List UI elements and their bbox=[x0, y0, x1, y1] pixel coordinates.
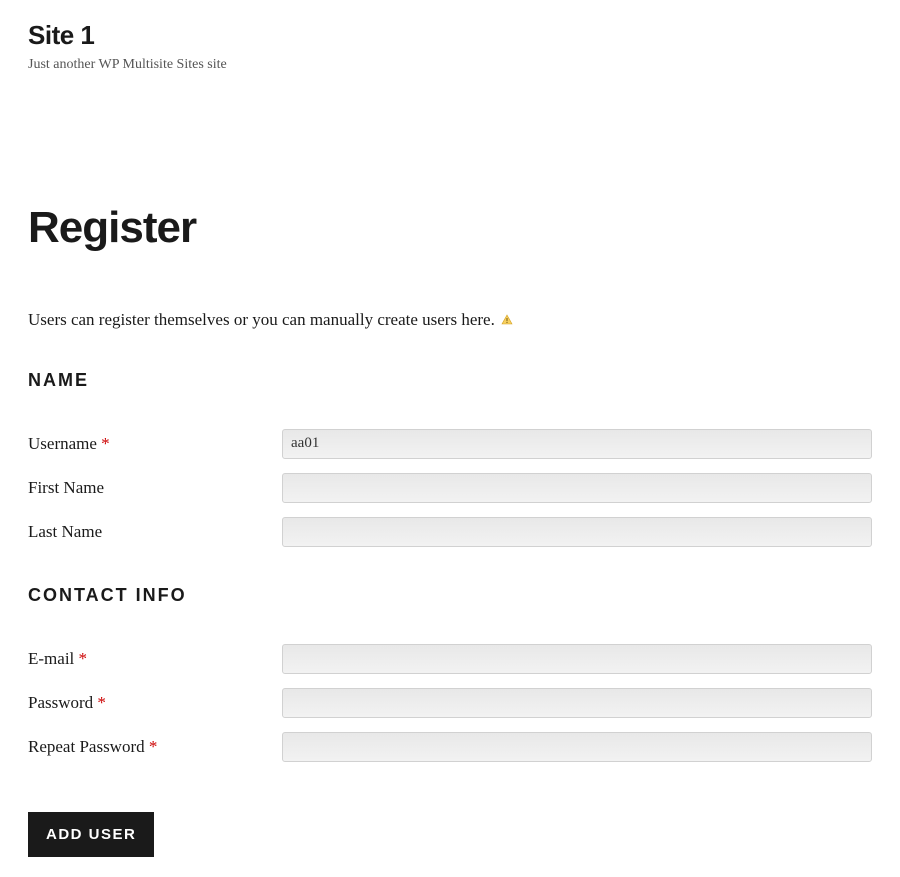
section-heading-contact: CONTACT INFO bbox=[28, 585, 872, 606]
required-asterisk: * bbox=[79, 649, 88, 668]
last-name-input[interactable] bbox=[282, 517, 872, 547]
label-last-name: Last Name bbox=[28, 522, 282, 542]
form-row-last-name: Last Name bbox=[28, 517, 872, 547]
form-row-email: E-mail * bbox=[28, 644, 872, 674]
site-title: Site 1 bbox=[28, 20, 872, 51]
page-title: Register bbox=[28, 203, 872, 253]
site-subtitle: Just another WP Multisite Sites site bbox=[28, 57, 872, 73]
required-asterisk: * bbox=[101, 434, 110, 453]
label-username: Username * bbox=[28, 434, 282, 454]
warning-icon bbox=[501, 308, 513, 334]
required-asterisk: * bbox=[97, 693, 106, 712]
intro-text: Users can register themselves or you can… bbox=[28, 307, 872, 334]
username-input[interactable] bbox=[282, 429, 872, 459]
section-heading-name: NAME bbox=[28, 370, 872, 391]
label-repeat-password: Repeat Password * bbox=[28, 737, 282, 757]
required-asterisk: * bbox=[149, 737, 158, 756]
form-row-username: Username * bbox=[28, 429, 872, 459]
intro-text-content: Users can register themselves or you can… bbox=[28, 310, 495, 329]
form-row-first-name: First Name bbox=[28, 473, 872, 503]
repeat-password-input[interactable] bbox=[282, 732, 872, 762]
form-row-repeat-password: Repeat Password * bbox=[28, 732, 872, 762]
label-email: E-mail * bbox=[28, 649, 282, 669]
add-user-button[interactable]: ADD USER bbox=[28, 812, 154, 857]
email-input[interactable] bbox=[282, 644, 872, 674]
form-row-password: Password * bbox=[28, 688, 872, 718]
password-input[interactable] bbox=[282, 688, 872, 718]
first-name-input[interactable] bbox=[282, 473, 872, 503]
label-first-name: First Name bbox=[28, 478, 282, 498]
label-password: Password * bbox=[28, 693, 282, 713]
